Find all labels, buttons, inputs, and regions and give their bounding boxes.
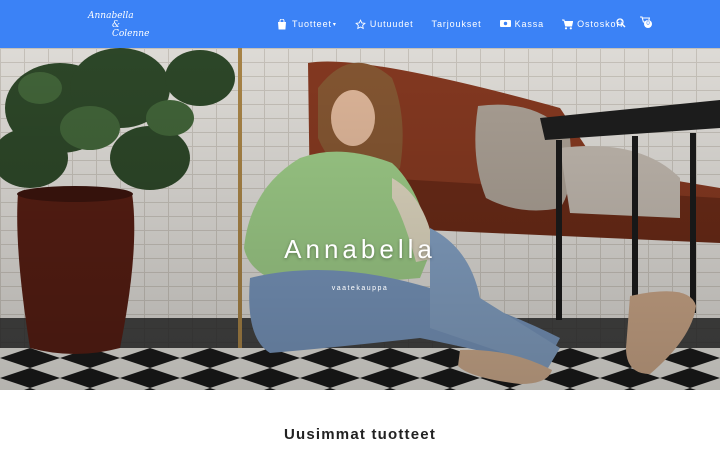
cash-icon bbox=[499, 19, 511, 30]
logo-line-2: & Colenne bbox=[112, 20, 150, 39]
star-icon bbox=[354, 18, 366, 30]
header-cart-button[interactable]: 0 bbox=[640, 16, 652, 30]
section-title-latest-products: Uusimmat tuotteet bbox=[283, 426, 437, 443]
bag-icon bbox=[277, 18, 288, 30]
hero-image bbox=[0, 48, 720, 390]
nav-item-tarjoukset[interactable]: Tarjoukset bbox=[432, 19, 482, 29]
header-tools: 0 bbox=[616, 16, 658, 30]
nav-label-uutuudet: Uutuudet bbox=[369, 19, 414, 29]
main-nav: Tuotteet ▾ Uutuudet Tarjoukset Kassa Ost… bbox=[277, 0, 641, 48]
nav-item-uutuudet[interactable]: Uutuudet bbox=[354, 18, 414, 30]
site-header: Annabella & Colenne Tuotteet ▾ Uutuudet … bbox=[0, 0, 720, 48]
nav-label-tuotteet: Tuotteet bbox=[292, 19, 332, 29]
hero-subtitle: vaatekauppa bbox=[331, 285, 389, 292]
hero-title: Annabella bbox=[284, 234, 436, 264]
nav-item-ostoskori[interactable]: Ostoskori bbox=[562, 19, 623, 30]
nav-item-tuotteet[interactable]: Tuotteet ▾ bbox=[277, 18, 337, 30]
cart-icon bbox=[562, 19, 574, 30]
nav-label-kassa: Kassa bbox=[514, 19, 545, 29]
chevron-down-icon: ▾ bbox=[332, 21, 337, 28]
hero-banner: Annabella vaatekauppa bbox=[0, 48, 720, 390]
nav-item-kassa[interactable]: Kassa bbox=[499, 19, 545, 30]
logo-line-1: Annabella bbox=[88, 11, 134, 21]
cart-count-badge: 0 bbox=[644, 20, 652, 28]
site-logo[interactable]: Annabella & Colenne bbox=[88, 11, 158, 39]
search-icon[interactable] bbox=[616, 16, 628, 30]
nav-label-tarjoukset: Tarjoukset bbox=[431, 19, 482, 29]
